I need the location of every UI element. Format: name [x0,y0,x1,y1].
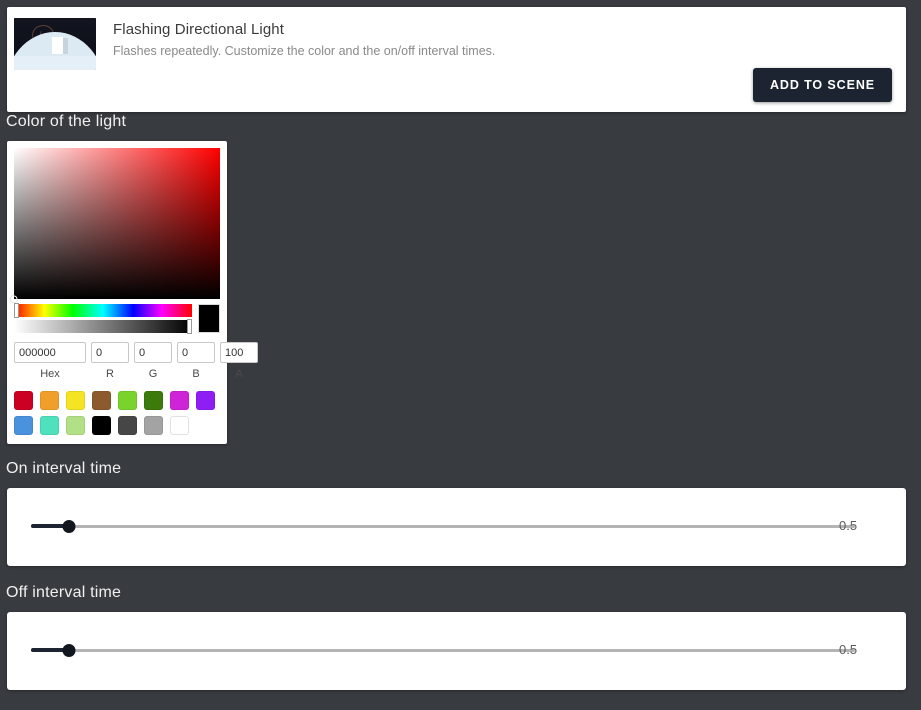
color-sliders-row [14,303,220,334]
on-interval-track[interactable] [31,525,855,528]
off-interval-track[interactable] [31,649,855,652]
saturation-value-cursor[interactable] [10,295,18,303]
blue-field-group: B [177,342,215,380]
off-interval-value: 0.5 [839,642,858,657]
preset-swatch-dark-gray[interactable] [118,416,137,435]
item-title: Flashing Directional Light [113,21,285,38]
saturation-value-area[interactable] [10,148,220,303]
item-description: Flashes repeatedly. Customize the color … [113,44,496,58]
alpha-slider[interactable] [14,319,192,334]
alpha-input[interactable] [220,342,258,363]
color-picker-panel[interactable]: Hex R G B A [7,141,258,444]
night-scene-thumbnail-icon [14,18,96,70]
off-interval-card: 0.5 [7,612,906,690]
on-interval-thumb[interactable] [62,520,76,533]
on-interval-slider[interactable] [31,518,855,536]
preset-swatch-blue[interactable] [14,416,33,435]
preset-swatch-magenta[interactable] [170,391,189,410]
green-field-group: G [134,342,172,380]
preset-swatch-purple[interactable] [196,391,215,410]
preset-swatch-yellow[interactable] [66,391,85,410]
preset-swatch-dark-green[interactable] [144,391,163,410]
on-interval-label: On interval time [6,460,122,477]
preset-swatch-orange[interactable] [40,391,59,410]
item-text-block: Flashing Directional Light Flashes repea… [113,18,495,60]
off-interval-thumb[interactable] [62,644,76,657]
alpha-field-label: A [235,368,243,380]
thumbnail-cube [51,37,68,54]
green-input[interactable] [134,342,172,363]
preset-swatch-red[interactable] [14,391,33,410]
preset-swatch-gray[interactable] [144,416,163,435]
preset-color-swatches [14,391,220,435]
preset-swatch-white[interactable] [170,416,189,435]
preset-swatch-pale-green[interactable] [66,416,85,435]
on-interval-card: 0.5 [7,488,906,566]
preset-swatch-brown[interactable] [92,391,111,410]
preset-swatch-black[interactable] [92,416,111,435]
color-value-fields: Hex R G B A [14,342,258,380]
hex-field-group: Hex [14,342,86,380]
preset-swatch-light-green[interactable] [118,391,137,410]
alpha-slider-handle[interactable] [187,319,192,334]
off-interval-label: Off interval time [6,584,122,601]
hue-slider-handle[interactable] [14,303,19,318]
red-input[interactable] [91,342,129,363]
hex-input[interactable] [14,342,86,363]
blue-input[interactable] [177,342,215,363]
alpha-field-group: A [220,342,258,380]
add-to-scene-button[interactable]: ADD TO SCENE [752,68,892,102]
color-section-label: Color of the light [6,113,127,130]
color-preview-swatch [198,304,220,333]
red-field-label: R [106,368,114,380]
green-field-label: G [148,368,158,380]
hue-slider[interactable] [14,303,192,318]
color-sliders-stack [14,303,192,334]
hex-field-label: Hex [40,368,60,380]
blue-field-label: B [192,368,200,380]
preset-swatch-turquoise[interactable] [40,416,59,435]
item-header-card: Flashing Directional Light Flashes repea… [7,7,906,112]
item-header-content: Flashing Directional Light Flashes repea… [7,7,906,70]
on-interval-value: 0.5 [839,518,858,533]
off-interval-slider[interactable] [31,642,855,660]
red-field-group: R [91,342,129,380]
thumbnail-ground [14,56,96,70]
